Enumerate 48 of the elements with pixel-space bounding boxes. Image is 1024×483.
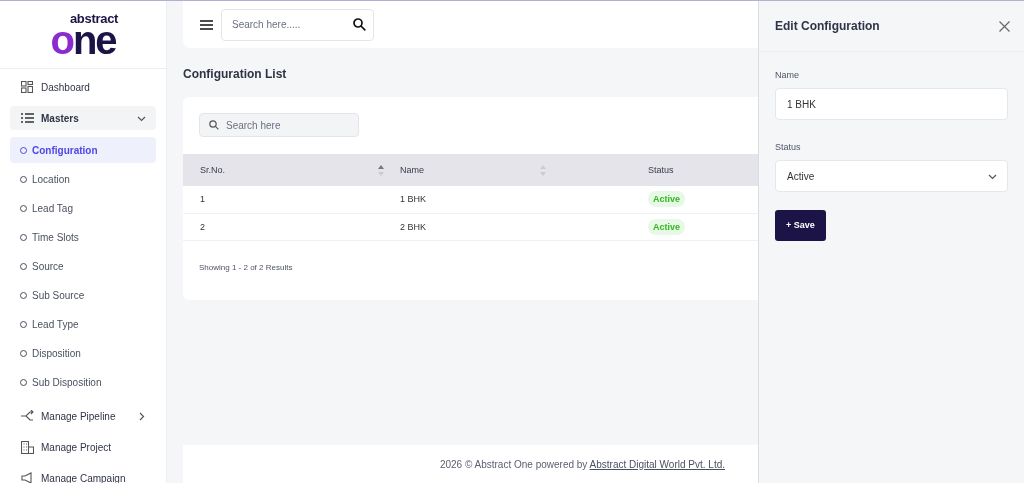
building-icon <box>20 440 34 454</box>
sidebar-subitem[interactable]: Lead Tag <box>10 195 156 221</box>
drawer-title: Edit Configuration <box>775 19 880 33</box>
sidebar-subitem[interactable]: Time Slots <box>10 224 156 250</box>
logo-text: abstract <box>69 12 119 25</box>
sidebar-subitem[interactable]: Configuration <box>10 137 156 163</box>
sidebar-subitem[interactable]: Sub Disposition <box>10 369 156 395</box>
search-icon[interactable] <box>353 17 366 31</box>
table-cell: 1 BHK <box>400 194 426 205</box>
field-label: Status <box>775 142 802 152</box>
save-button[interactable]: + Save <box>775 209 826 241</box>
sidebar-subitem[interactable]: Lead Type <box>10 311 156 337</box>
sidebar-subitem[interactable]: Source <box>10 253 156 279</box>
status-badge: Active <box>648 218 685 235</box>
sidebar-item[interactable]: Manage Project <box>10 435 156 459</box>
list-icon <box>20 113 34 123</box>
sidebar-item[interactable]: Dashboard <box>10 75 156 99</box>
results-summary: Showing 1 - 2 of 2 Results <box>199 262 294 272</box>
field-label: Name <box>775 70 800 80</box>
grid-icon <box>21 81 33 93</box>
name-input[interactable]: 1 BHK <box>775 88 1008 120</box>
menu-icon[interactable] <box>200 19 213 30</box>
logo-text: one <box>50 23 116 57</box>
sidebar-subitem[interactable]: Location <box>10 166 156 192</box>
company-link[interactable]: Abstract Digital World Pvt. Ltd. <box>589 458 725 470</box>
sidebar-item[interactable]: Manage Pipeline <box>10 404 156 428</box>
megaphone-icon <box>20 472 34 483</box>
branch-icon <box>20 410 34 422</box>
search-field[interactable]: Search here..... <box>221 8 374 41</box>
search-field[interactable]: Search here <box>199 113 359 137</box>
page-title: Configuration List <box>183 67 287 81</box>
table-cell: 1 <box>200 194 205 205</box>
copyright-text: 2026 © Abstract One powered by Abstract Digital World Pvt. Ltd. <box>439 458 725 470</box>
column-header[interactable]: Name <box>400 165 424 175</box>
sidebar-subitem[interactable]: Sub Source <box>10 282 156 308</box>
table-cell: 2 BHK <box>400 221 426 232</box>
chevron-icon <box>137 411 146 421</box>
search-icon <box>209 120 219 130</box>
table-cell: 2 <box>200 221 205 232</box>
column-header: Status <box>648 165 674 175</box>
close-icon[interactable] <box>999 20 1010 32</box>
sidebar-item[interactable]: Masters <box>10 106 156 130</box>
column-header[interactable]: Sr.No. <box>200 165 225 175</box>
status-select[interactable]: Active <box>775 160 1008 192</box>
sidebar-subitem[interactable]: Disposition <box>10 340 156 366</box>
sort-icon[interactable] <box>378 164 384 176</box>
sidebar-item[interactable]: Manage Campaign <box>10 466 156 483</box>
status-badge: Active <box>648 191 685 208</box>
